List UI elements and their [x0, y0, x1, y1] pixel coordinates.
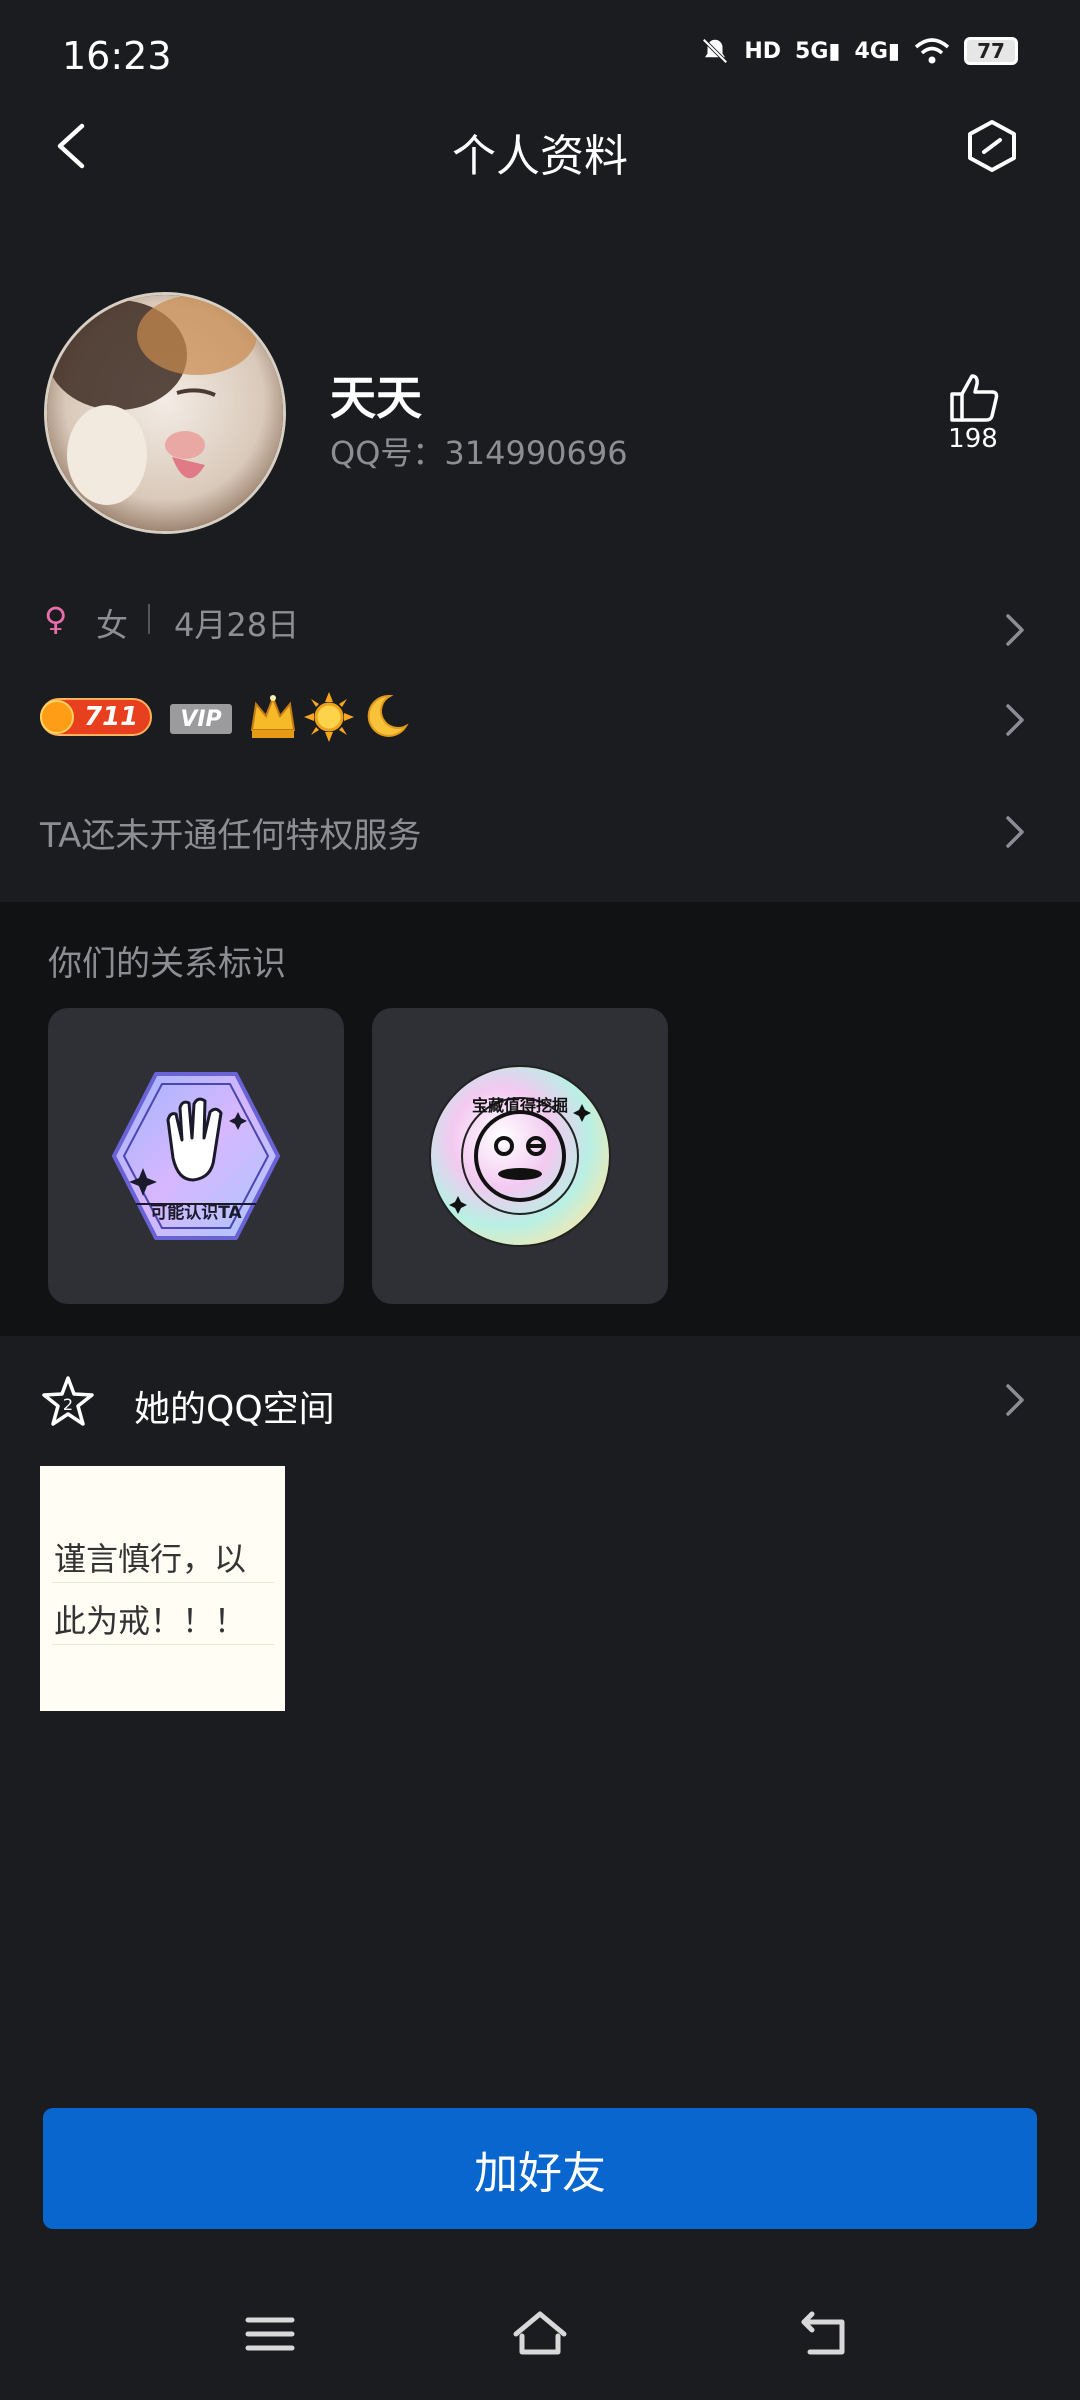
qzone-label: 她的QQ空间 — [134, 1389, 335, 1430]
back-icon[interactable] — [796, 2306, 856, 2362]
thumbs-up-icon[interactable] — [946, 370, 1002, 426]
qq-level-badge: 711 — [40, 698, 152, 736]
moon-icon — [367, 694, 409, 737]
qzone-post-text: 谨言慎行，以此为戒！！！ — [54, 1540, 247, 1640]
privilege-row[interactable]: TA还未开通任何特权服务 — [0, 790, 1080, 880]
vip-badge: VIP — [170, 704, 232, 734]
qzone-row[interactable]: 2 她的QQ空间 — [0, 1356, 1080, 1446]
relationship-badge-label: 宝藏值得挖掘 — [471, 1096, 568, 1115]
coin-icon — [40, 700, 74, 734]
crown-icon — [250, 695, 296, 738]
sun-icon — [304, 692, 354, 742]
qzone-star-icon: 2 — [42, 1376, 94, 1426]
qzone-post-card[interactable]: 谨言慎行，以此为戒！！！ — [40, 1466, 285, 1711]
wifi-icon — [914, 38, 950, 64]
birthday-label: 4月28日 — [174, 606, 300, 644]
divider — [148, 604, 150, 634]
relationship-title: 你们的关系标识 — [48, 944, 286, 984]
level-badges-row[interactable]: 711 VIP — [0, 680, 1080, 760]
nickname: 天天 — [330, 371, 422, 425]
chevron-right-icon — [1006, 704, 1024, 736]
battery-indicator: 77 — [964, 37, 1018, 65]
relationship-badge-card[interactable]: 宝藏值得挖掘 — [372, 1008, 668, 1304]
privilege-text: TA还未开通任何特权服务 — [40, 816, 422, 856]
chevron-right-icon — [1006, 614, 1024, 646]
svg-text:2: 2 — [63, 1395, 73, 1414]
female-icon: ♀ — [44, 600, 68, 638]
qq-number: QQ号：314990696 — [330, 434, 628, 472]
add-friend-button[interactable]: 加好友 — [43, 2108, 1037, 2229]
page-title: 个人资料 — [452, 131, 628, 182]
bell-off-icon — [702, 38, 728, 64]
gender-label: 女 — [96, 606, 129, 644]
chevron-right-icon — [1006, 816, 1024, 848]
home-icon[interactable] — [510, 2306, 570, 2362]
status-time: 16:23 — [62, 34, 172, 78]
chevron-right-icon — [1006, 1384, 1024, 1416]
relationship-badge-label: 可能认识TA — [150, 1203, 242, 1223]
avatar[interactable] — [44, 292, 286, 534]
4g-indicator: 4G▮ — [854, 38, 900, 64]
treasure-face-badge-icon — [429, 1065, 611, 1247]
avatar-image — [47, 295, 283, 531]
level-number: 711 — [84, 702, 139, 732]
basic-info-row[interactable]: ♀ 女 4月28日 — [0, 580, 1080, 670]
hd-indicator: HD — [744, 38, 782, 64]
menu-icon[interactable] — [240, 2306, 300, 2362]
status-indicators: HD 5G▮ 4G▮ 77 — [700, 36, 1018, 66]
wave-hand-badge-icon — [112, 1072, 280, 1240]
relationship-badge-card[interactable]: 可能认识TA — [48, 1008, 344, 1304]
5g-indicator: 5G▮ — [795, 38, 841, 64]
like-count: 198 — [948, 424, 998, 454]
hexagon-settings-icon[interactable] — [962, 116, 1022, 176]
